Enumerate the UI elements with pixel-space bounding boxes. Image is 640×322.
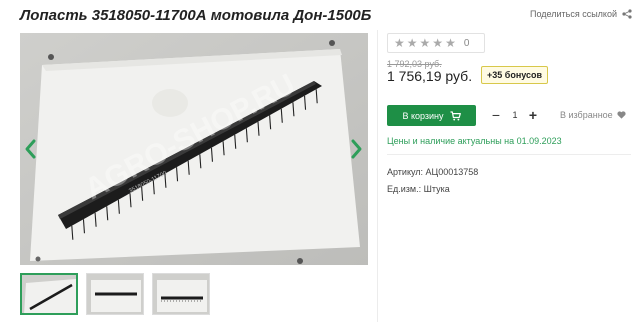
star-icon[interactable]: ★ bbox=[394, 37, 405, 49]
chevron-right-icon[interactable] bbox=[349, 138, 363, 160]
quantity-input[interactable] bbox=[506, 106, 524, 124]
section-divider bbox=[387, 154, 631, 155]
page-title: Лопасть 3518050-11700А мотовила Дон-1500… bbox=[20, 7, 372, 24]
quantity-decrease-button[interactable]: − bbox=[488, 106, 504, 124]
thumbnail-strip bbox=[20, 273, 210, 315]
quantity-increase-button[interactable]: + bbox=[525, 106, 541, 124]
rating-count: 0 bbox=[463, 37, 470, 49]
cart-icon bbox=[450, 110, 461, 120]
article-number: Артикул: АЦ00013758 bbox=[387, 167, 479, 177]
chevron-left-icon[interactable] bbox=[24, 138, 38, 160]
heart-icon bbox=[617, 111, 626, 119]
product-main-image[interactable]: 3518050-11700 AGRO-SHOP.RU bbox=[20, 33, 368, 265]
add-to-wishlist-link[interactable]: В избранное bbox=[560, 110, 626, 120]
star-icon[interactable]: ★ bbox=[432, 37, 443, 49]
star-icon[interactable]: ★ bbox=[420, 37, 431, 49]
thumbnail-1[interactable] bbox=[20, 273, 78, 315]
current-price: 1 756,19 руб. bbox=[387, 68, 473, 84]
thumbnail-2[interactable] bbox=[86, 273, 144, 315]
wishlist-label: В избранное bbox=[560, 110, 613, 120]
add-to-cart-label: В корзину bbox=[402, 110, 444, 121]
column-divider bbox=[377, 30, 378, 322]
rating-widget[interactable]: ★ ★ ★ ★ ★ 0 bbox=[387, 33, 485, 53]
thumbnail-3[interactable] bbox=[152, 273, 210, 315]
share-icon bbox=[622, 9, 632, 19]
price-notice: Цены и наличие актуальны на 01.09.2023 bbox=[387, 136, 562, 146]
bonus-badge: +35 бонусов bbox=[481, 66, 549, 84]
star-icon[interactable]: ★ bbox=[445, 37, 456, 49]
star-icon[interactable]: ★ bbox=[407, 37, 418, 49]
add-to-cart-button[interactable]: В корзину bbox=[387, 105, 476, 126]
unit-of-measure: Ед.изм.: Штука bbox=[387, 184, 450, 194]
share-label: Поделиться ссылкой bbox=[530, 9, 617, 19]
product-photo: 3518050-11700 AGRO-SHOP.RU bbox=[20, 33, 368, 265]
share-link[interactable]: Поделиться ссылкой bbox=[530, 9, 632, 19]
